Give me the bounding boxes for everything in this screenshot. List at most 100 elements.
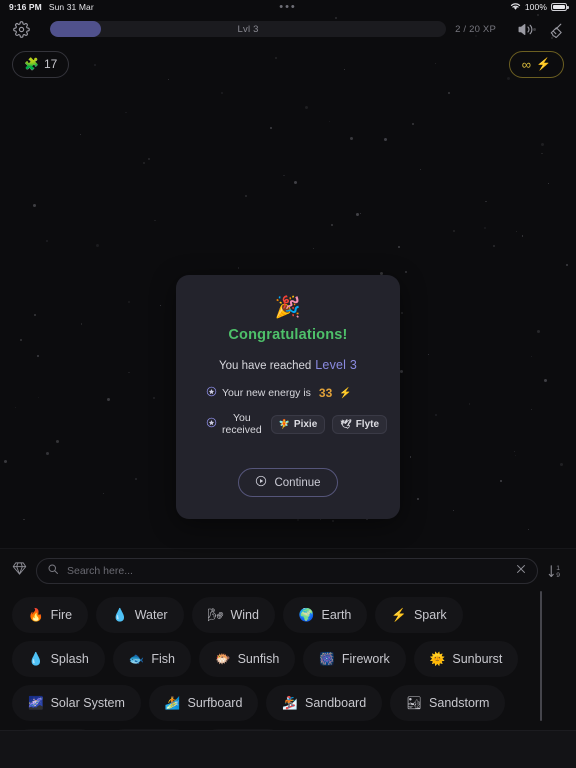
level-reached-value: Level 3 xyxy=(315,358,357,372)
reward-chip-icon: 🕊 xyxy=(340,418,352,429)
element-chip-row: 🔥 Fire 💧 Water 🌬 Wind 🌍 Earth ⚡ Spark xyxy=(0,597,576,633)
element-chip[interactable]: 💧 Splash xyxy=(12,641,105,677)
element-chip[interactable]: 🐟 Fish xyxy=(112,641,192,677)
party-popper-icon: 🎉 xyxy=(274,296,302,319)
received-line-text: You received xyxy=(222,412,262,436)
energy-line: Your new energy is 33 ⚡ xyxy=(206,386,384,400)
element-chip-icon: 🎆 xyxy=(319,651,335,666)
star-circle-icon xyxy=(206,386,217,400)
bolt-icon: ⚡ xyxy=(339,387,352,399)
element-chip-icon: 🌬 xyxy=(207,607,224,622)
puzzle-piece-icon: 🧩 xyxy=(24,57,39,71)
level-up-modal: 🎉 Congratulations! You have reached Level… xyxy=(176,275,400,519)
pieces-count: 17 xyxy=(43,57,58,71)
element-chip-label: Water xyxy=(134,608,168,622)
infinity-icon: ∞ xyxy=(521,56,532,72)
sort-one-nine-icon[interactable]: 1 9 xyxy=(547,563,564,580)
element-chip-icon: 🐡 xyxy=(215,651,231,666)
energy-value: 33 xyxy=(318,386,333,400)
element-chip-label: Sunburst xyxy=(452,652,503,666)
star-circle-icon xyxy=(206,417,217,431)
element-chip-icon: 🌞 xyxy=(429,651,446,666)
element-chip-label: Earth xyxy=(321,608,352,622)
element-chip[interactable]: 🌍 Earth xyxy=(282,597,368,633)
element-chip[interactable]: 🏄 Surfboard xyxy=(148,685,259,721)
element-chip-label: Fish xyxy=(151,652,176,666)
reward-chip-list: 🧚 Pixie 🕊 Flyte xyxy=(270,414,388,434)
element-chip-icon: 🐟 xyxy=(128,651,145,666)
element-chip-icon: 💧 xyxy=(112,607,128,622)
speaker-icon[interactable] xyxy=(514,18,536,40)
xp-amount-label: 2 / 20 XP xyxy=(455,23,496,35)
energy-badge[interactable]: ∞ ⚡ xyxy=(508,50,564,78)
app-root: 9:16 PM Sun 31 Mar ••• 100% Lvl 3 2 / 20… xyxy=(0,0,576,768)
search-box[interactable] xyxy=(36,558,538,584)
element-chip-label: Spark xyxy=(413,608,447,622)
search-icon xyxy=(47,562,59,580)
element-chip[interactable]: 🌌 Solar System xyxy=(12,685,141,721)
sheet-bottom-area xyxy=(0,731,576,768)
level-reached-line: You have reached Level 3 xyxy=(192,358,384,372)
search-row: 1 9 xyxy=(0,549,576,591)
element-chip[interactable]: 🏂 Sandboard xyxy=(266,685,383,721)
element-chip[interactable]: 🌬 Wind xyxy=(191,597,275,633)
element-chip-label: Surfboard xyxy=(187,696,243,710)
element-chip-icon: 🏜 xyxy=(406,695,423,710)
continue-button[interactable]: Continue xyxy=(238,468,338,497)
svg-text:9: 9 xyxy=(556,572,560,579)
top-bar-actions xyxy=(514,18,566,40)
reward-chip-icon: 🧚 xyxy=(278,418,290,429)
xp-progress-bar[interactable]: Lvl 3 xyxy=(50,21,447,37)
reward-chip-label: Pixie xyxy=(293,418,318,430)
battery-percent-label: 100% xyxy=(524,2,547,12)
element-chip-label: Sunfish xyxy=(237,652,280,666)
continue-label: Continue xyxy=(274,476,321,489)
search-input[interactable] xyxy=(67,565,507,577)
play-circle-icon xyxy=(255,475,267,490)
received-line: You received 🧚 Pixie 🕊 Flyte xyxy=(206,412,388,436)
bolt-icon: ⚡ xyxy=(536,57,551,71)
element-chip-icon: ⚡ xyxy=(391,607,407,622)
element-chip-icon: 💧 xyxy=(28,651,44,666)
diamond-icon[interactable] xyxy=(12,561,27,581)
element-chip[interactable]: 💧 Water xyxy=(96,597,184,633)
element-chip-label: Sandstorm xyxy=(429,696,490,710)
element-chip[interactable]: ⚡ Spark xyxy=(375,597,463,633)
element-chip-label: Wind xyxy=(230,608,259,622)
element-chip-row: 💧 Splash 🐟 Fish 🐡 Sunfish 🎆 Firework 🌞 Sunburst xyxy=(0,641,576,677)
reward-chip-label: Flyte xyxy=(355,418,380,430)
ios-status-bar: 9:16 PM Sun 31 Mar ••• 100% xyxy=(0,0,576,14)
element-chip-icon: 🌌 xyxy=(28,695,44,710)
element-chip-icon: 🔥 xyxy=(28,607,44,622)
element-chip[interactable]: 🔥 Fire xyxy=(12,597,89,633)
element-chip-label: Sandboard xyxy=(304,696,367,710)
wifi-icon xyxy=(510,2,521,13)
pieces-badge[interactable]: 🧩 17 xyxy=(12,50,70,78)
game-top-bar: Lvl 3 2 / 20 XP xyxy=(0,14,576,44)
element-chip-icon: 🏄 xyxy=(164,695,181,710)
modal-title: Congratulations! xyxy=(228,327,348,343)
element-chip[interactable]: 🐡 Sunfish xyxy=(199,641,296,677)
element-chip-label: Solar System xyxy=(50,696,125,710)
xp-progress-group: Lvl 3 2 / 20 XP xyxy=(42,21,504,37)
element-chip-icon: 🌍 xyxy=(298,607,315,622)
reward-chip[interactable]: 🧚 Pixie xyxy=(270,414,326,434)
element-chip-label: Splash xyxy=(50,652,89,666)
vertical-scrollbar[interactable] xyxy=(540,591,542,721)
xp-level-label: Lvl 3 xyxy=(237,23,259,35)
element-chip-icon: 🏂 xyxy=(282,695,298,710)
svg-text:1: 1 xyxy=(556,565,560,572)
element-chip[interactable]: 🎆 Firework xyxy=(303,641,406,677)
gear-icon[interactable] xyxy=(10,18,32,40)
element-chip[interactable]: 🏜 Sandstorm xyxy=(390,685,506,721)
sheet-divider xyxy=(0,730,576,731)
bottom-sheet: 1 9 🔥 Fire 💧 Water 🌬 Wind 🌍 Earth ⚡ Spark 💧 Splash 🐟… xyxy=(0,548,576,768)
battery-icon xyxy=(551,3,569,11)
element-chip-label: Firework xyxy=(341,652,390,666)
badge-row: 🧩 17 ∞ ⚡ xyxy=(0,44,576,84)
element-chip[interactable]: 🌞 Sunburst xyxy=(413,641,519,677)
close-icon[interactable] xyxy=(515,562,527,580)
element-chip-label: Fire xyxy=(50,608,73,622)
reward-chip[interactable]: 🕊 Flyte xyxy=(332,414,388,434)
broom-icon[interactable] xyxy=(544,18,566,40)
